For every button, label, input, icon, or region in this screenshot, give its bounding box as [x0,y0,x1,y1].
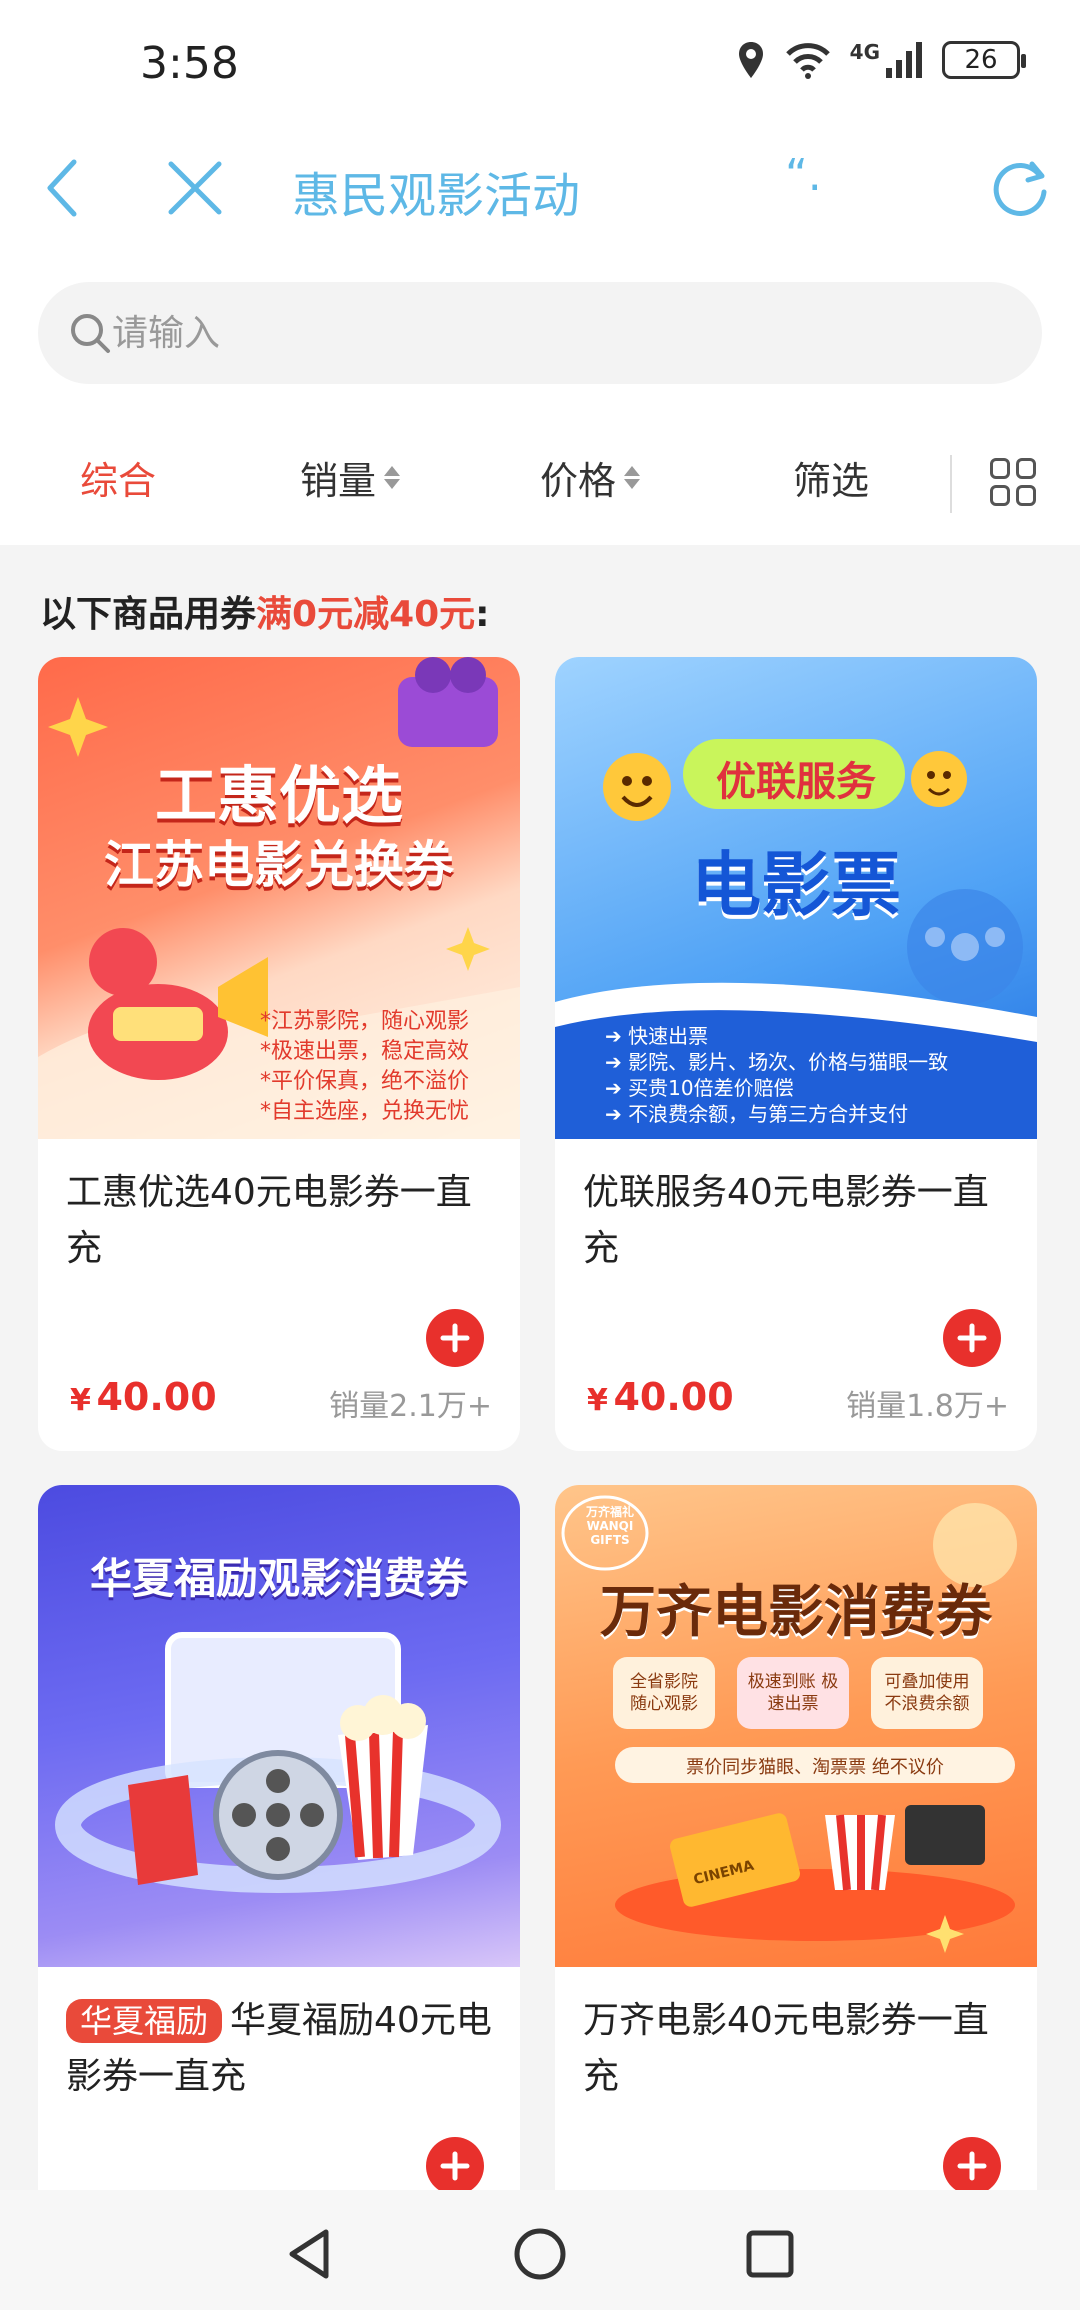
add-to-cart-button[interactable] [426,1309,484,1367]
product-image[interactable]: 优联服务 电影票 ➔ 快速出票 ➔ 影院、影片、场次、价格与猫眼一致 ➔ 买贵1… [555,657,1037,1139]
triangle-back-icon [289,2229,329,2279]
search-area [0,250,1080,410]
brand-badge: 华夏福励 [66,1999,223,2043]
circle-home-icon [514,2228,566,2280]
product-title-text: 工惠优选40元电影券一直充 [66,1172,472,1269]
product-title-text: 优联服务40元电影券一直充 [583,1172,989,1269]
product-card[interactable]: 万齐福礼 WANQI GIFTS 万齐电影消费券 全省影院 随心观影 极速到账 极… [555,1485,1037,2245]
coupon-tip-prefix: 以下商品用券 [40,594,257,635]
product-image[interactable]: 万齐福礼 WANQI GIFTS 万齐电影消费券 全省影院 随心观影 极速到账 极… [555,1485,1037,1967]
poster-feature: *江苏影院，随心观影 [260,1009,470,1034]
add-to-cart-button[interactable] [943,1309,1001,1367]
coupon-tip-highlight: 满0元减40元 [256,594,476,635]
price-currency: ¥ [587,1383,608,1418]
product-card[interactable]: 优联服务 电影票 ➔ 快速出票 ➔ 影院、影片、场次、价格与猫眼一致 ➔ 买贵1… [555,657,1037,1451]
add-to-cart-button[interactable] [426,2137,484,2195]
page-title: 惠民观影活动 [292,168,581,224]
poster-feature: 全省影院 随心观影 [630,1672,698,1714]
price-value: 40.00 [613,1375,734,1419]
product-title[interactable]: 万齐电影40元电影券一直充 [583,1993,1023,2105]
status-bar: 3:58 4G 26 [0,0,1080,128]
product-price: ¥ 40.00 [587,1375,734,1419]
coupon-tip-suffix: : [475,594,490,635]
product-title[interactable]: 工惠优选40元电影券一直充 [66,1165,506,1277]
poster-features: *江苏影院，随心观影 *极速出票，稳定高效 *平价保真，绝不溢价 *自主选座，兑… [260,1007,469,1127]
product-card[interactable]: 华夏福励观影消费券 华夏福励 华夏福励40元电影券一直充 [38,1485,520,2245]
poster-heading: 华夏福励观影消费券 [89,1554,468,1603]
product-card[interactable]: 工惠优选 江苏电影兑换券 *江苏影院，随心观影 *极速出票，稳定高效 *平价保真… [38,657,520,1451]
sort-sales-label: 销量 [300,459,377,503]
poster-feature: ➔ 买贵10倍差价赔偿 [605,1076,794,1100]
status-icons: 4G 26 [736,40,1026,80]
sort-arrows-icon [624,466,641,489]
close-button[interactable] [155,148,235,228]
nav-home-button[interactable] [508,2222,572,2286]
poster-feature: 票价同步猫眼、淘票票 绝不议价 [686,1757,944,1778]
product-sales: 销量1.8万+ [846,1389,1009,1424]
search-icon [71,314,110,353]
back-button[interactable] [22,148,102,228]
sort-price-label: 价格 [540,459,617,503]
plus-icon [957,2151,987,2181]
add-to-cart-button[interactable] [943,2137,1001,2195]
product-title[interactable]: 华夏福励 华夏福励40元电影券一直充 [66,1993,506,2105]
poster-heading: 优联服务 [716,759,876,805]
poster-feature: *极速出票，稳定高效 [260,1039,470,1064]
battery-icon: 26 [942,41,1026,79]
search-box[interactable] [38,282,1042,384]
plus-icon [440,2151,470,2181]
poster-features: ➔ 快速出票 ➔ 影院、影片、场次、价格与猫眼一致 ➔ 买贵10倍差价赔偿 ➔ … [605,1023,948,1127]
navbar: 惠民观影活动 “. [0,128,1080,250]
filter-label: 筛选 [793,459,870,503]
divider [950,455,952,513]
signal-icon [886,42,922,78]
coupon-tip: 以下商品用券满0元减40元: [40,585,490,637]
title-quote-mark: “. [785,150,822,201]
poster-feature: ➔ 快速出票 [605,1024,709,1048]
nav-back-button[interactable] [278,2222,342,2286]
sort-arrows-icon [384,466,401,489]
sort-bar: 综合 销量 价格 筛选 [0,410,1080,545]
plus-icon [957,1323,987,1353]
system-nav-bar [0,2190,1080,2310]
plus-icon [440,1323,470,1353]
sort-sales[interactable]: 销量 [300,450,401,505]
product-title[interactable]: 优联服务40元电影券一直充 [583,1165,1023,1277]
poster-feature: ➔ 影院、影片、场次、价格与猫眼一致 [605,1050,949,1074]
grid-view-icon[interactable] [990,458,1038,506]
price-currency: ¥ [70,1383,91,1418]
square-recents-icon [746,2230,794,2278]
refresh-button[interactable] [980,148,1060,228]
location-icon [738,42,763,78]
status-time: 3:58 [140,38,239,89]
wifi-icon [785,43,830,79]
nav-recents-button[interactable] [738,2222,802,2286]
poster-feature: *平价保真，绝不溢价 [260,1069,470,1094]
poster-heading: 万齐电影消费券 [600,1580,992,1645]
sort-comprehensive[interactable]: 综合 [80,450,156,505]
back-arrow-icon [47,159,77,217]
product-sales: 销量2.1万+ [329,1389,492,1424]
poster-feature: *自主选座，兑换无忧 [260,1099,470,1124]
filter-button[interactable]: 筛选 [793,450,869,505]
poster-subheading: 电影票 [691,844,901,926]
product-price: ¥ 40.00 [70,1375,217,1419]
network-type: 4G [849,40,880,64]
price-value: 40.00 [96,1375,217,1419]
brand-logo: 万齐福礼 WANQI GIFTS [585,1505,634,1547]
poster-feature: ➔ 不浪费余额，与第三方合并支付 [605,1102,909,1126]
poster-feature: 极速到账 极速出票 [747,1672,839,1714]
product-image[interactable]: 华夏福励观影消费券 [38,1485,520,1967]
poster-heading: 工惠优选 [154,759,403,832]
sort-price[interactable]: 价格 [540,450,641,505]
search-input[interactable] [112,312,992,354]
refresh-icon [993,161,1047,216]
poster-subheading: 江苏电影兑换券 [104,836,454,894]
poster-feature: 可叠加使用 不浪费余额 [884,1672,970,1714]
close-icon [168,161,222,215]
sort-comprehensive-label: 综合 [80,459,157,503]
product-image[interactable]: 工惠优选 江苏电影兑换券 *江苏影院，随心观影 *极速出票，稳定高效 *平价保真… [38,657,520,1139]
product-title-text: 万齐电影40元电影券一直充 [583,2000,989,2097]
